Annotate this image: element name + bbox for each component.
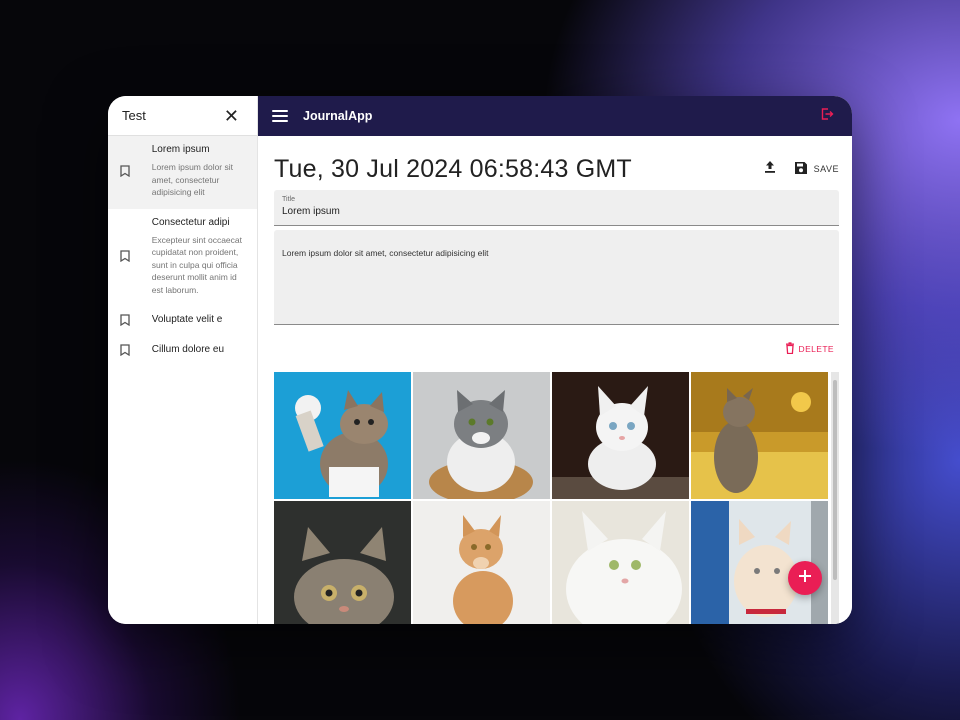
sidebar-title: Test <box>122 108 146 123</box>
sidebar-entry[interactable]: Lorem ipsum Lorem ipsum dolor sit amet, … <box>108 136 257 209</box>
cat-photo[interactable] <box>274 501 411 624</box>
body-textarea[interactable]: Lorem ipsum dolor sit amet, consectetur … <box>274 230 839 325</box>
trash-icon <box>785 342 795 356</box>
entry-title: Consectetur adipi <box>151 216 230 228</box>
save-label: SAVE <box>813 164 839 174</box>
save-button[interactable]: SAVE <box>794 161 839 177</box>
bookmark-icon <box>120 250 130 263</box>
delete-label: DELETE <box>798 344 834 354</box>
body-text: Lorem ipsum dolor sit amet, consectetur … <box>282 248 489 258</box>
add-note-button[interactable] <box>788 561 822 595</box>
cat-photo[interactable] <box>552 501 689 624</box>
entry-title: Cillum dolore eu <box>151 344 225 355</box>
sidebar-header: Test ✕ <box>108 96 257 136</box>
image-gallery <box>274 372 839 624</box>
bookmark-icon <box>120 344 130 356</box>
upload-icon <box>764 160 776 179</box>
delete-button[interactable]: DELETE <box>785 342 834 356</box>
note-date: Tue, 30 Jul 2024 06:58:43 GMT <box>274 154 632 183</box>
sidebar: Test ✕ Lorem ipsum Lorem ipsum dolor sit… <box>108 96 258 624</box>
note-header: Tue, 30 Jul 2024 06:58:43 GMT SAVE <box>274 154 839 184</box>
sidebar-entry[interactable]: Consectetur adipi Excepteur sint occaeca… <box>108 209 257 305</box>
title-field-label: Title <box>282 196 295 203</box>
bookmark-icon <box>120 165 130 178</box>
sidebar-entry[interactable]: Voluptate velit e <box>108 304 257 336</box>
sidebar-entry[interactable]: Cillum dolore eu <box>108 336 257 364</box>
title-field-value: Lorem ipsum <box>282 206 340 217</box>
cat-photo[interactable] <box>691 372 828 499</box>
topbar: JournalApp <box>258 96 852 136</box>
app-title: JournalApp <box>303 109 373 123</box>
cat-photo[interactable] <box>274 372 411 499</box>
gallery-scrollbar[interactable] <box>831 372 839 624</box>
upload-button[interactable] <box>764 160 776 179</box>
menu-icon[interactable] <box>272 110 288 122</box>
plus-icon <box>798 569 812 588</box>
cat-photo[interactable] <box>552 372 689 499</box>
entry-title: Voluptate velit e <box>151 314 223 325</box>
save-icon <box>794 161 808 177</box>
app-window: Test ✕ Lorem ipsum Lorem ipsum dolor sit… <box>108 96 852 624</box>
title-field[interactable]: Title Lorem ipsum <box>274 190 839 226</box>
note-editor: Tue, 30 Jul 2024 06:58:43 GMT SAVE Title… <box>258 136 852 624</box>
entry-body: Lorem ipsum dolor sit amet, consectetur … <box>151 162 234 197</box>
close-icon[interactable]: ✕ <box>224 107 239 125</box>
entry-title: Lorem ipsum <box>151 144 210 155</box>
entry-body: Excepteur sint occaecat cupidatat non pr… <box>151 234 242 295</box>
cat-photo[interactable] <box>413 501 550 624</box>
cat-photo[interactable] <box>413 372 550 499</box>
bookmark-icon <box>120 314 130 326</box>
logout-icon[interactable] <box>820 107 834 126</box>
